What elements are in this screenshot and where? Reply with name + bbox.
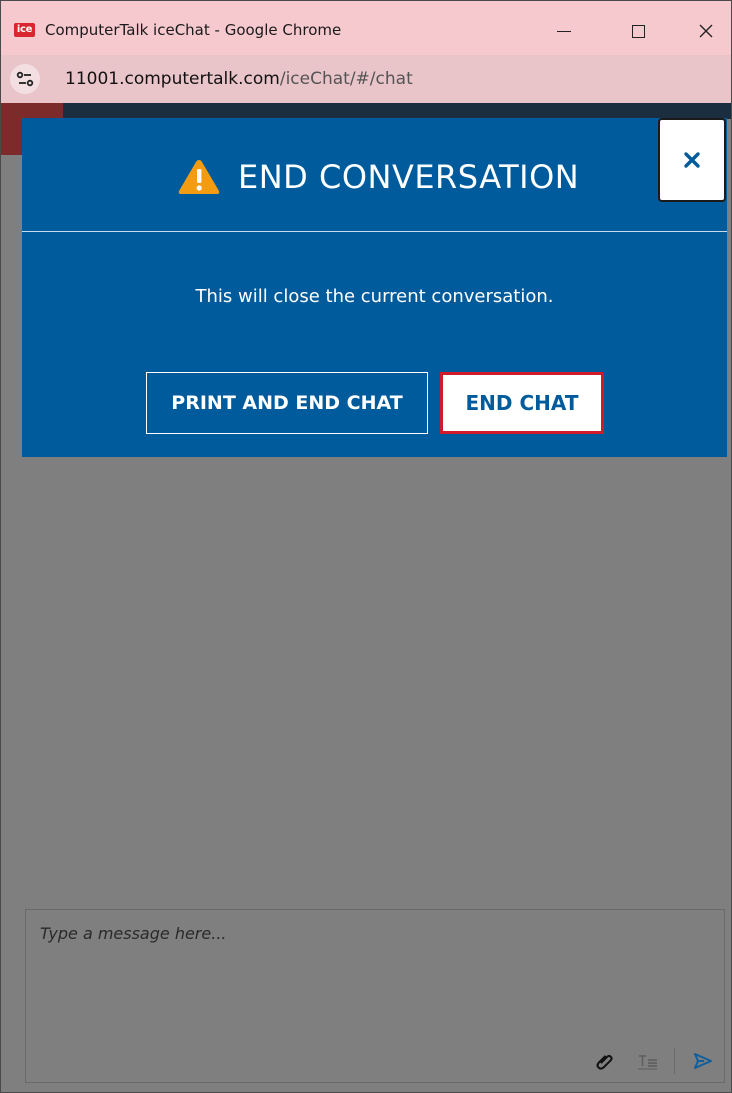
maximize-button[interactable] [615,15,661,47]
url-host: 11001.computertalk.com [65,69,280,89]
end-chat-button[interactable]: END CHAT [440,372,604,434]
title-bar: ice ComputerTalk iceChat - Google Chrome [1,1,731,55]
paperclip-icon [596,1054,613,1070]
url-field[interactable]: 11001.computertalk.com/iceChat/#/chat [65,69,413,89]
minimize-icon [557,30,571,32]
dialog-message: This will close the current conversation… [195,286,554,307]
minimize-button[interactable] [541,15,587,47]
url-path: /iceChat/#/chat [279,69,413,89]
window-title: ComputerTalk iceChat - Google Chrome [45,21,342,39]
site-settings-button[interactable] [10,64,40,94]
dialog-divider [22,231,727,232]
text-format-button[interactable] [636,1050,660,1072]
toolbar-separator [674,1048,675,1074]
page-header [1,103,731,119]
window-close-button[interactable] [683,15,729,47]
dialog-close-button[interactable] [658,118,726,202]
site-settings-icon [16,71,34,87]
maximize-icon [631,24,645,38]
browser-window: ice ComputerTalk iceChat - Google Chrome… [0,0,732,1093]
send-button[interactable] [692,1050,714,1072]
app-icon: ice [14,23,35,37]
close-icon [684,152,700,168]
message-input-placeholder: Type a message here... [40,924,227,943]
text-format-icon [638,1055,657,1070]
attach-button[interactable] [594,1050,616,1072]
end-conversation-dialog: END CONVERSATION This will close the cur… [22,118,727,457]
message-composer[interactable]: Type a message here... [25,909,725,1083]
dialog-title: END CONVERSATION [238,158,580,196]
send-icon [694,1053,712,1069]
dialog-header: END CONVERSATION [22,118,727,231]
print-and-end-chat-button[interactable]: PRINT AND END CHAT [146,372,428,434]
warning-icon [178,160,220,194]
close-icon [699,24,713,38]
